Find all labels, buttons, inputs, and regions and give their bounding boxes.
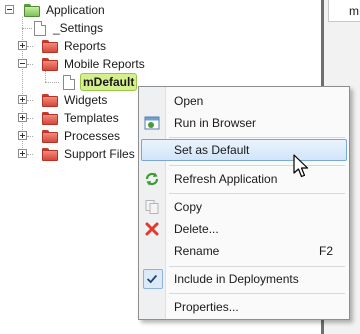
tree-connector [27,64,33,65]
expand-toggle[interactable] [18,131,27,140]
menu-item-refresh-application[interactable]: Refresh Application [141,168,347,190]
tree-connector [27,136,33,137]
tree-node-settings[interactable]: _Settings [34,19,105,37]
folder-open-icon [24,3,40,17]
menu-item-rename[interactable]: Rename F2 [141,240,347,262]
folder-icon [42,39,58,53]
tree-node-mobile-reports[interactable]: Mobile Reports [42,55,147,73]
copy-icon [145,200,159,214]
folder-icon [42,147,58,161]
tree-node-label: Templates [64,111,119,125]
editor-tab-label: mDefault [349,4,360,18]
expand-toggle[interactable] [18,149,27,158]
menu-item-label: Run in Browser [174,116,257,130]
editor-tab[interactable]: mDefault [328,0,360,22]
tree-node-label: _Settings [53,21,104,35]
tree-node-widgets[interactable]: Widgets [42,91,109,109]
tree-node-processes[interactable]: Processes [42,127,122,145]
tree-node-label: Processes [64,129,121,143]
tree-node-label: Support Files [64,147,135,161]
menu-separator [169,165,345,166]
tree-node-label: Application [46,3,105,17]
menu-item-delete[interactable]: Delete... [141,218,347,240]
menu-item-label: Rename [174,244,220,258]
delete-x-icon [145,222,159,236]
tree-connector [27,100,33,101]
page-icon [63,74,75,90]
folder-icon [42,129,58,143]
menu-item-label: Properties... [174,300,239,314]
menu-separator [169,266,345,267]
collapse-toggle[interactable] [18,59,27,68]
folder-icon [42,57,58,71]
tree-node-label: Reports [64,39,107,53]
page-icon [34,20,46,36]
menu-item-set-as-default[interactable]: Set as Default [141,139,347,161]
context-menu: Open Run in Browser Set as Default Refre… [138,86,350,320]
mouse-pointer-icon [293,154,309,178]
tree-connector [27,46,33,47]
expand-toggle[interactable] [18,41,27,50]
collapse-toggle[interactable] [5,5,14,14]
tree-connector [27,118,33,119]
expand-toggle[interactable] [18,95,27,104]
menu-item-copy[interactable]: Copy [141,196,347,218]
checkmark-icon [147,274,158,284]
menu-item-label: Refresh Application [174,172,278,186]
menu-item-include-in-deployments[interactable]: Include in Deployments [141,268,347,290]
tree-node-support-files[interactable]: Support Files [42,145,137,163]
browser-window-icon [144,116,160,130]
menu-separator [169,193,345,194]
tree-connector [45,82,59,83]
menu-separator [169,137,345,138]
tree-node-label: Mobile Reports [64,57,145,71]
menu-item-run-in-browser[interactable]: Run in Browser [141,112,347,134]
tree-node-label: Widgets [64,93,108,107]
tree-connector [27,154,33,155]
expand-toggle[interactable] [18,113,27,122]
menu-separator [169,293,345,294]
menu-item-label: Set as Default [174,143,250,157]
menu-item-open[interactable]: Open [141,90,347,112]
folder-icon [42,93,58,107]
tree-connector [22,28,32,29]
tree-node-templates[interactable]: Templates [42,109,121,127]
menu-item-label: Copy [174,200,203,214]
menu-item-properties[interactable]: Properties... [141,296,347,318]
menu-item-label: Open [174,94,204,108]
tree-node-mdefault[interactable]: mDefault [63,73,138,91]
folder-icon [42,111,58,125]
tree-node-reports[interactable]: Reports [42,37,108,55]
menu-item-label: Include in Deployments [174,272,299,286]
tree-node-label-selected: mDefault [80,73,138,91]
refresh-icon [145,172,159,186]
menu-item-shortcut: F2 [318,244,333,258]
tree-node-application[interactable]: Application [24,1,107,19]
menu-item-label: Delete... [174,222,219,236]
